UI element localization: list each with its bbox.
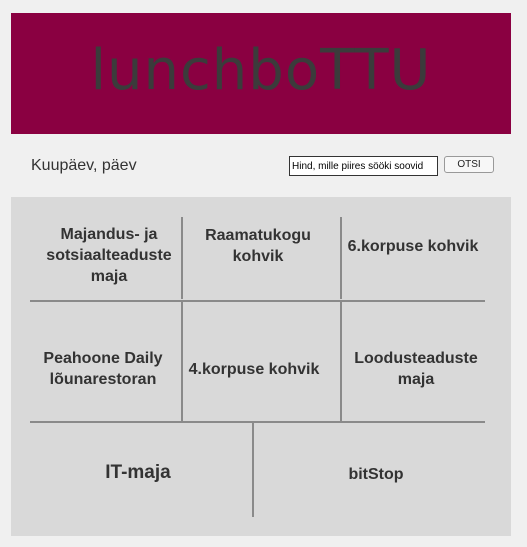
place-6-korpuse-kohvik[interactable]: 6.korpuse kohvik [345, 211, 481, 281]
divider [181, 217, 183, 299]
divider [181, 302, 183, 421]
price-search-input[interactable] [289, 156, 438, 176]
place-loodusteaduste-maja[interactable]: Loodusteaduste maja [349, 327, 483, 411]
date-label: Kuupäev, päev [31, 157, 137, 174]
search-button[interactable]: OTSI [444, 156, 494, 173]
place-majandus-maja[interactable]: Majandus- ja sotsiaalteaduste maja [41, 211, 177, 299]
site-title: lunchboTTU [90, 38, 432, 103]
place-4-korpuse-kohvik[interactable]: 4.korpuse kohvik [187, 327, 321, 411]
header-banner: lunchboTTU [11, 13, 511, 134]
divider [340, 217, 342, 299]
restaurant-grid: Majandus- ja sotsiaalteaduste maja Raama… [11, 197, 511, 536]
divider [252, 423, 254, 517]
divider [340, 302, 342, 421]
divider [30, 421, 485, 423]
place-peahoone-daily[interactable]: Peahoone Daily lõunarestoran [31, 327, 175, 411]
divider [30, 300, 485, 302]
place-it-maja[interactable]: IT-maja [31, 437, 245, 507]
place-raamatukogu-kohvik[interactable]: Raamatukogu kohvik [187, 211, 329, 281]
place-bitstop[interactable]: bitStop [261, 437, 491, 511]
